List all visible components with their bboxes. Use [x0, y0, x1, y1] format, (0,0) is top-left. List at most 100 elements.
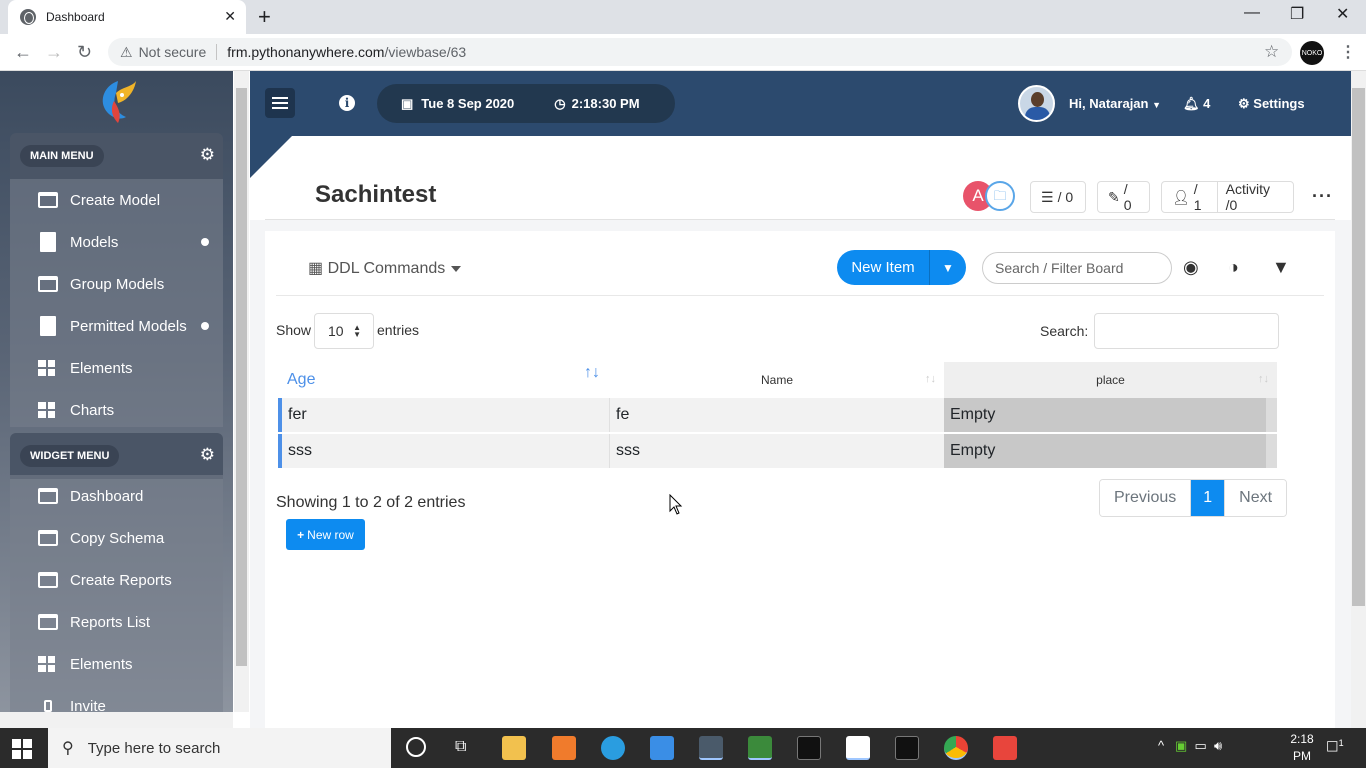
user-avatar[interactable] [1018, 85, 1055, 122]
search-filter-input[interactable] [982, 252, 1172, 284]
more-options-icon[interactable]: ··· [1312, 186, 1333, 207]
table-row[interactable]: fer fe Empty [278, 398, 1277, 432]
list-count-button[interactable]: ☰/ 0 [1030, 181, 1086, 213]
page-size-select[interactable]: 10 ▲ ▼ [314, 313, 374, 349]
chrome-icon[interactable] [944, 736, 968, 760]
hamburger-menu-button[interactable] [265, 88, 295, 118]
close-tab-icon[interactable]: ✕ [224, 8, 236, 25]
terminal-icon[interactable] [797, 736, 821, 760]
sidebar-item-models[interactable]: Models [10, 221, 223, 263]
new-item-button-group: New Item ▼ [837, 250, 966, 285]
new-tab-button[interactable]: + [258, 4, 271, 30]
close-window-button[interactable]: ✕ [1336, 4, 1349, 24]
widget-menu-list: Dashboard Copy Schema Create Reports Rep… [10, 475, 223, 712]
folder-icon[interactable]: 🗀︎ [985, 181, 1015, 211]
settings-button[interactable]: ⚙ Settings [1238, 96, 1305, 112]
widget-menu-gear-icon[interactable]: ⚙ [200, 445, 215, 465]
filter-icon[interactable]: ▼ [1272, 257, 1290, 278]
file-explorer-icon[interactable] [502, 736, 526, 760]
action-center-icon[interactable]: ☐1 [1326, 738, 1344, 756]
document-icon [40, 316, 56, 336]
next-page-button[interactable]: Next [1224, 480, 1287, 516]
taskbar-search[interactable]: ⚲ Type here to search [48, 728, 391, 768]
column-header-name[interactable]: Name ↑↓ [610, 362, 944, 398]
forward-icon[interactable]: → [45, 42, 63, 63]
new-item-button[interactable]: New Item [837, 250, 930, 285]
reload-icon[interactable]: ↻ [77, 42, 92, 63]
hide-eye-icon[interactable]: ◑ [1228, 257, 1239, 278]
sidebar-item-permitted-models[interactable]: Permitted Models [10, 305, 223, 347]
table-row[interactable]: sss sss Empty [278, 434, 1277, 468]
browser-tab[interactable]: Dashboard ✕ [8, 0, 246, 34]
chevron-down-icon: ▼ [1152, 100, 1162, 110]
sidebar-item-widget-elements[interactable]: Elements [10, 643, 223, 685]
sidebar-item-create-reports[interactable]: Create Reports [10, 559, 223, 601]
sidebar-item-group-models[interactable]: Group Models [10, 263, 223, 305]
battery-icon: ▭ [1194, 738, 1207, 753]
git-icon[interactable] [993, 736, 1017, 760]
app-icon[interactable] [699, 736, 723, 760]
grid-icon [38, 360, 55, 376]
terminal-2-icon[interactable] [895, 736, 919, 760]
grid-icon [38, 656, 55, 672]
sidebar-item-label: Group Models [70, 275, 165, 293]
sidebar-item-reports-list[interactable]: Reports List [10, 601, 223, 643]
edge-icon[interactable] [601, 736, 625, 760]
bookmark-star-icon[interactable]: ☆ [1264, 42, 1279, 62]
sidebar: MAIN MENU ⚙ Create Model Models Group Mo… [0, 71, 233, 712]
sidebar-scrollbar-thumb[interactable] [236, 88, 247, 666]
browser-menu-icon[interactable]: ⋮ [1340, 42, 1356, 62]
restore-button[interactable]: ❐ [1290, 4, 1304, 24]
sidebar-item-label: Copy Schema [70, 529, 165, 547]
main-menu-gear-icon[interactable]: ⚙ [200, 145, 215, 165]
chevron-down-icon[interactable]: ▼ [930, 261, 966, 275]
mail-icon[interactable] [650, 736, 674, 760]
new-row-button[interactable]: + New row [286, 519, 365, 550]
sidebar-item-copy-schema[interactable]: Copy Schema [10, 517, 223, 559]
sidebar-item-elements[interactable]: Elements [10, 347, 223, 389]
app-logo [102, 81, 136, 123]
table-search-input[interactable] [1094, 313, 1279, 349]
show-label: Show [276, 322, 312, 338]
user-circle-icon[interactable]: ◉ [1183, 257, 1199, 278]
info-icon[interactable]: i [339, 95, 355, 111]
address-bar[interactable]: ⚠ Not secure frm.pythonanywhere.com/view… [108, 38, 1292, 66]
sidebar-horizontal-scrollbar[interactable] [0, 712, 233, 728]
profile-avatar[interactable]: NOKO [1300, 41, 1324, 65]
windows-start-button[interactable] [12, 739, 32, 759]
previous-page-button[interactable]: Previous [1100, 480, 1192, 516]
settings-label: Settings [1253, 96, 1305, 111]
globe-icon [20, 9, 36, 25]
ddl-commands-dropdown[interactable]: ▦ DDL Commands [308, 258, 462, 278]
table-cell: fe [616, 406, 630, 423]
column-header-place[interactable]: place ↑↓ [944, 362, 1277, 398]
window-icon [38, 572, 58, 588]
notifications-button[interactable]: 🔔︎ 4 [1183, 96, 1210, 112]
clock-time: 2:18 PM [1290, 732, 1314, 763]
sidebar-item-invite[interactable]: Invite [10, 685, 223, 712]
edit-count-button[interactable]: ✎/ 0 [1097, 181, 1150, 213]
page-1-button[interactable]: 1 [1191, 480, 1225, 516]
search-label: Search: [1040, 323, 1089, 339]
back-icon[interactable]: ← [14, 42, 32, 63]
document-app-icon[interactable] [846, 736, 870, 760]
sort-icon: ↑↓ [1258, 373, 1269, 385]
sidebar-item-create-model[interactable]: Create Model [10, 179, 223, 221]
plus-icon: + [297, 527, 305, 542]
sidebar-item-charts[interactable]: Charts [10, 389, 223, 431]
table-cell: Empty [944, 398, 1266, 432]
notepad-plus-icon[interactable] [748, 736, 772, 760]
cortana-icon[interactable] [406, 737, 426, 757]
tray-icons[interactable]: ^ ▣ ▭ 🔊︎ [1158, 738, 1222, 754]
column-header-age[interactable]: Age ↑↓ [276, 362, 610, 398]
user-icon: 👤︎ [1172, 188, 1190, 205]
page-scrollbar-thumb[interactable] [1352, 88, 1365, 606]
sidebar-item-dashboard[interactable]: Dashboard [10, 475, 223, 517]
taskbar-clock[interactable]: 2:18 PM 9/8/2020 [1282, 731, 1329, 782]
user-menu[interactable]: Hi, Natarajan ▼ [1069, 96, 1161, 111]
clock-icon: ◷ [554, 95, 566, 111]
xampp-icon[interactable] [552, 736, 576, 760]
members-activity-button[interactable]: 👤︎/ 1 Activity /0 [1161, 181, 1294, 213]
task-view-icon[interactable]: ⧉ [455, 738, 466, 756]
minimize-button[interactable]: — [1244, 4, 1260, 22]
